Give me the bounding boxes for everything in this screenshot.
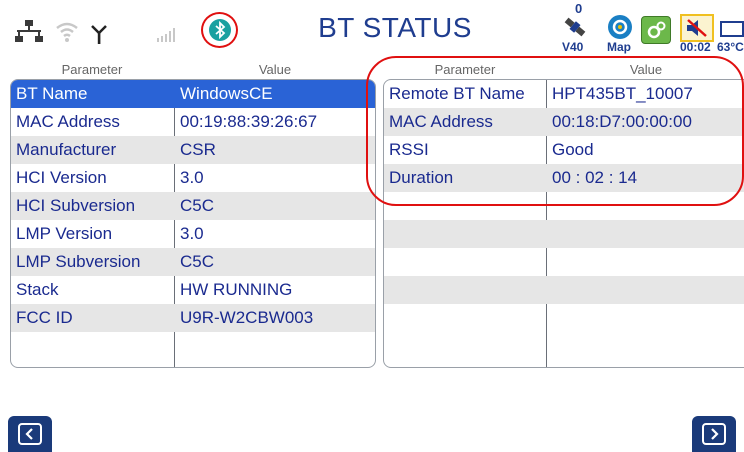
antenna-icon — [90, 24, 108, 44]
chevron-right-icon — [702, 423, 726, 445]
param-cell: BT Name — [16, 84, 88, 103]
table-row[interactable]: Stack HW RUNNING — [11, 276, 375, 304]
battery-icon — [720, 21, 744, 37]
table-row[interactable]: FCC ID U9R-W2CBW003 — [11, 304, 375, 332]
param-cell: MAC Address — [16, 112, 120, 131]
satellite-label: V40 — [562, 40, 584, 54]
table-row[interactable]: LMP Version 3.0 — [11, 220, 375, 248]
status-bar: BT STATUS 0 V40 Map 00:02 63°C — [0, 0, 744, 58]
table-row[interactable]: HCI Version 3.0 — [11, 164, 375, 192]
param-cell: FCC ID — [16, 308, 73, 327]
table-row[interactable]: MAC Address 00:19:88:39:26:67 — [11, 108, 375, 136]
left-value-header: Value — [258, 62, 292, 77]
page-title: BT STATUS — [318, 12, 472, 43]
signal-bars-icon — [156, 26, 182, 42]
value-cell: 3.0 — [180, 168, 204, 187]
remote-info-highlight-oval — [366, 56, 744, 206]
next-page-button[interactable] — [692, 416, 736, 452]
param-cell: LMP Version — [16, 224, 113, 243]
value-cell: WindowsCE — [180, 84, 273, 103]
map-label: Map — [607, 40, 631, 54]
network-icon — [14, 20, 44, 42]
temperature-readout: 63°C — [717, 40, 744, 54]
left-param-header: Parameter — [61, 62, 123, 77]
table-row[interactable]: LMP Subversion C5C — [11, 248, 375, 276]
param-cell: LMP Subversion — [16, 252, 141, 271]
mute-speaker-icon[interactable] — [680, 14, 714, 42]
param-cell: Manufacturer — [16, 140, 117, 159]
table-row[interactable]: Manufacturer CSR — [11, 136, 375, 164]
table-row — [384, 304, 744, 332]
table-row[interactable]: BT Name WindowsCE — [11, 80, 375, 108]
value-cell: U9R-W2CBW003 — [180, 308, 314, 327]
param-cell: Stack — [16, 280, 59, 299]
wifi-icon — [54, 18, 80, 44]
previous-page-button[interactable] — [8, 416, 52, 452]
clock-time: 00:02 — [680, 40, 711, 54]
value-cell: C5C — [180, 252, 215, 271]
value-cell: 3.0 — [180, 224, 204, 243]
device-info-panel: BT Name WindowsCE MAC Address 00:19:88:3… — [10, 79, 376, 368]
table-row — [384, 248, 744, 276]
value-cell: 00:19:88:39:26:67 — [180, 112, 318, 131]
value-cell: C5C — [180, 196, 215, 215]
table-row — [384, 276, 744, 304]
param-cell: HCI Subversion — [16, 196, 136, 215]
table-row[interactable]: HCI Subversion C5C — [11, 192, 375, 220]
settings-gear-icon[interactable] — [641, 16, 671, 44]
table-row — [384, 220, 744, 248]
satellite-icon — [561, 14, 589, 40]
param-cell: HCI Version — [16, 168, 107, 187]
bluetooth-icon[interactable] — [208, 18, 232, 42]
map-icon[interactable] — [607, 14, 633, 40]
value-cell: CSR — [180, 140, 216, 159]
value-cell: HW RUNNING — [180, 280, 293, 299]
chevron-left-icon — [18, 423, 42, 445]
